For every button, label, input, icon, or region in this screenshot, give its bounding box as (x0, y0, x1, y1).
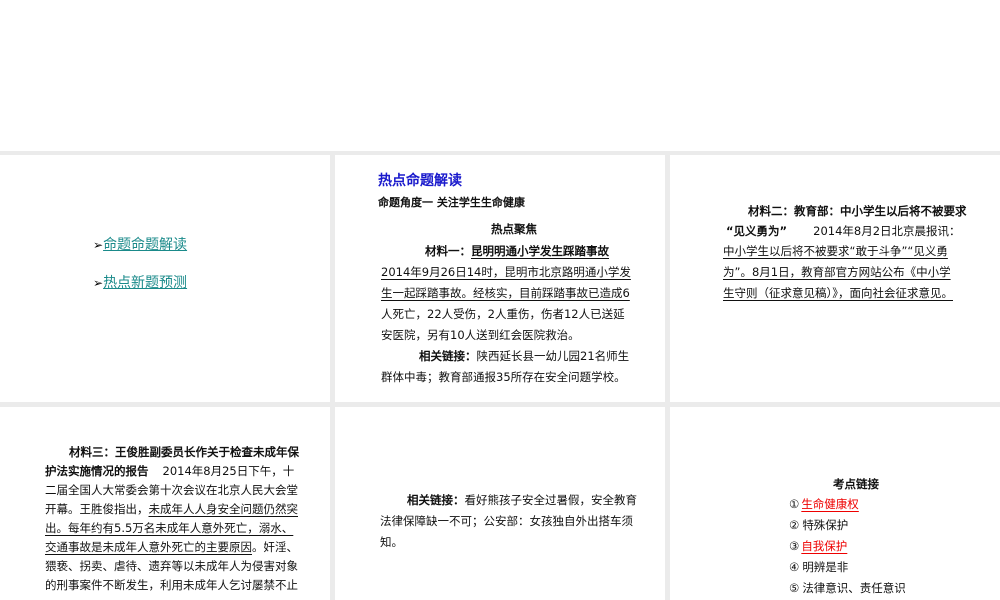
related-label: 相关链接： (407, 493, 465, 507)
material-heading: “见义勇为” (726, 224, 788, 238)
body-line: 2014年9月26日14时，昆明市北京路明通小学发 (381, 265, 631, 279)
link-prediction[interactable]: 热点新题预测 (103, 275, 187, 291)
item-number: ② (789, 518, 800, 532)
link-interpretation[interactable]: 命题命题解读 (103, 237, 187, 253)
body-line: 的刑事案件不断发生，利用未成年人乞讨屡禁不止 (45, 578, 298, 592)
body-line: 开幕。王胜俊指出， (45, 502, 149, 516)
item-text: 法律意识、责任意识 (802, 581, 906, 595)
item-text: 明辨是非 (802, 560, 849, 574)
material-label: 材料一： (425, 244, 471, 258)
dateline: 2014年8月25日下午，十 (162, 464, 295, 478)
item-number: ④ (789, 560, 800, 574)
slide-6[interactable]: 考点链接 ① 生命健康权 ② 特殊保护 ③ 自我保护 ④ 明辨是非 ⑤ 法律意识、责任意识 (670, 407, 1000, 600)
arrow-bullet-icon: ➢ (93, 238, 104, 252)
body-line: 出。每年约有5.5万名未成年人意外死亡，溺水、 (45, 521, 294, 535)
arrow-bullet-icon: ➢ (93, 276, 104, 290)
body-line: 安医院，另有10人送到红会医院救治。 (381, 328, 580, 342)
slide-2[interactable]: 热点命题解读 命题角度一 关注学生生命健康 热点聚焦 材料一：昆明明通小学发生踩… (335, 155, 665, 402)
body-line: 交通事故是未成年人意外死亡的主要原因 (45, 540, 252, 554)
item-number: ⑤ (789, 581, 800, 595)
body-line: 中小学生以后将不被要求“敢于斗争”“见义勇 (723, 244, 948, 258)
section-heading: 热点聚焦 (491, 222, 537, 236)
slide-3[interactable]: 材料二：教育部：中小学生以后将不被要求 “见义勇为” 2014年8月2日北京晨报讯… (670, 155, 1000, 402)
body-line: 。奸淫、 (252, 540, 298, 554)
slide-subtitle: 命题角度一 关注学生生命健康 (378, 196, 525, 209)
answer-text: 自我保护 (801, 539, 848, 553)
nav-link-item[interactable]: ➢热点新题预测 (93, 273, 187, 293)
slide-title: 热点命题解读 (378, 173, 462, 189)
knowledge-point-item: ① 生命健康权 (789, 494, 873, 514)
body-line: 人死亡，22人受伤，2人重伤，伤者12人已送延 (381, 307, 625, 321)
body-line: 猥亵、拐卖、虐待、遗弃等以未成年人为侵害对象 (45, 559, 298, 573)
item-number: ① (789, 497, 800, 511)
body-line: 陕西延长县一幼儿园21名师生 (476, 349, 630, 363)
body-line: 为”。8月1日，教育部官方网站公布《中小学 (723, 265, 951, 279)
slide-1[interactable]: ➢命题命题解读 ➢热点新题预测 (0, 155, 330, 402)
body-line: 知。 (380, 535, 403, 549)
knowledge-point-item: ⑤ 法律意识、责任意识 (789, 578, 906, 598)
slide-4[interactable]: 材料三：王俊胜副委员长作关于检查未成年保 护法实施情况的报告 2014年8月25日… (0, 407, 330, 600)
material-heading: 护法实施情况的报告 (45, 464, 149, 478)
material-heading: 材料三：王俊胜副委员长作关于检查未成年保 (69, 445, 299, 459)
slide-title: 考点链接 (833, 477, 879, 491)
material-heading: 材料二：教育部：中小学生以后将不被要求 (748, 204, 967, 218)
body-line: 法律保障缺一不可；公安部：女孩独自外出搭车须 (380, 514, 633, 528)
item-number: ③ (789, 539, 800, 553)
knowledge-point-item: ② 特殊保护 (789, 515, 848, 535)
answer-text: 生命健康权 (801, 497, 859, 511)
item-text: 特殊保护 (802, 518, 849, 532)
knowledge-point-item: ④ 明辨是非 (789, 557, 848, 577)
body-line: 群体中毒；教育部通报35所存在安全问题学校。 (381, 370, 626, 384)
related-label: 相关链接： (419, 349, 477, 363)
body-line: 生守则（征求意见稿）》，面向社会征求意见。 (723, 286, 953, 300)
body-line: 二届全国人大常委会第十次会议在北京人民大会堂 (45, 483, 298, 497)
nav-link-item[interactable]: ➢命题命题解读 (93, 235, 187, 255)
dateline: 2014年8月2日北京晨报讯： (813, 224, 961, 238)
body-line: 生一起踩踏事故。经核实，目前踩踏事故已造成6 (381, 286, 630, 300)
body-line: 未成年人人身安全问题仍然突 (148, 502, 299, 516)
body-line: 看好熊孩子安全过暑假，安全教育 (464, 493, 638, 507)
slide-5[interactable]: 相关链接：看好熊孩子安全过暑假，安全教育 法律保障缺一不可；公安部：女孩独自外出… (335, 407, 665, 600)
material-title: 昆明明通小学发生踩踏事故 (471, 244, 609, 258)
knowledge-point-item: ③ 自我保护 (789, 536, 861, 556)
